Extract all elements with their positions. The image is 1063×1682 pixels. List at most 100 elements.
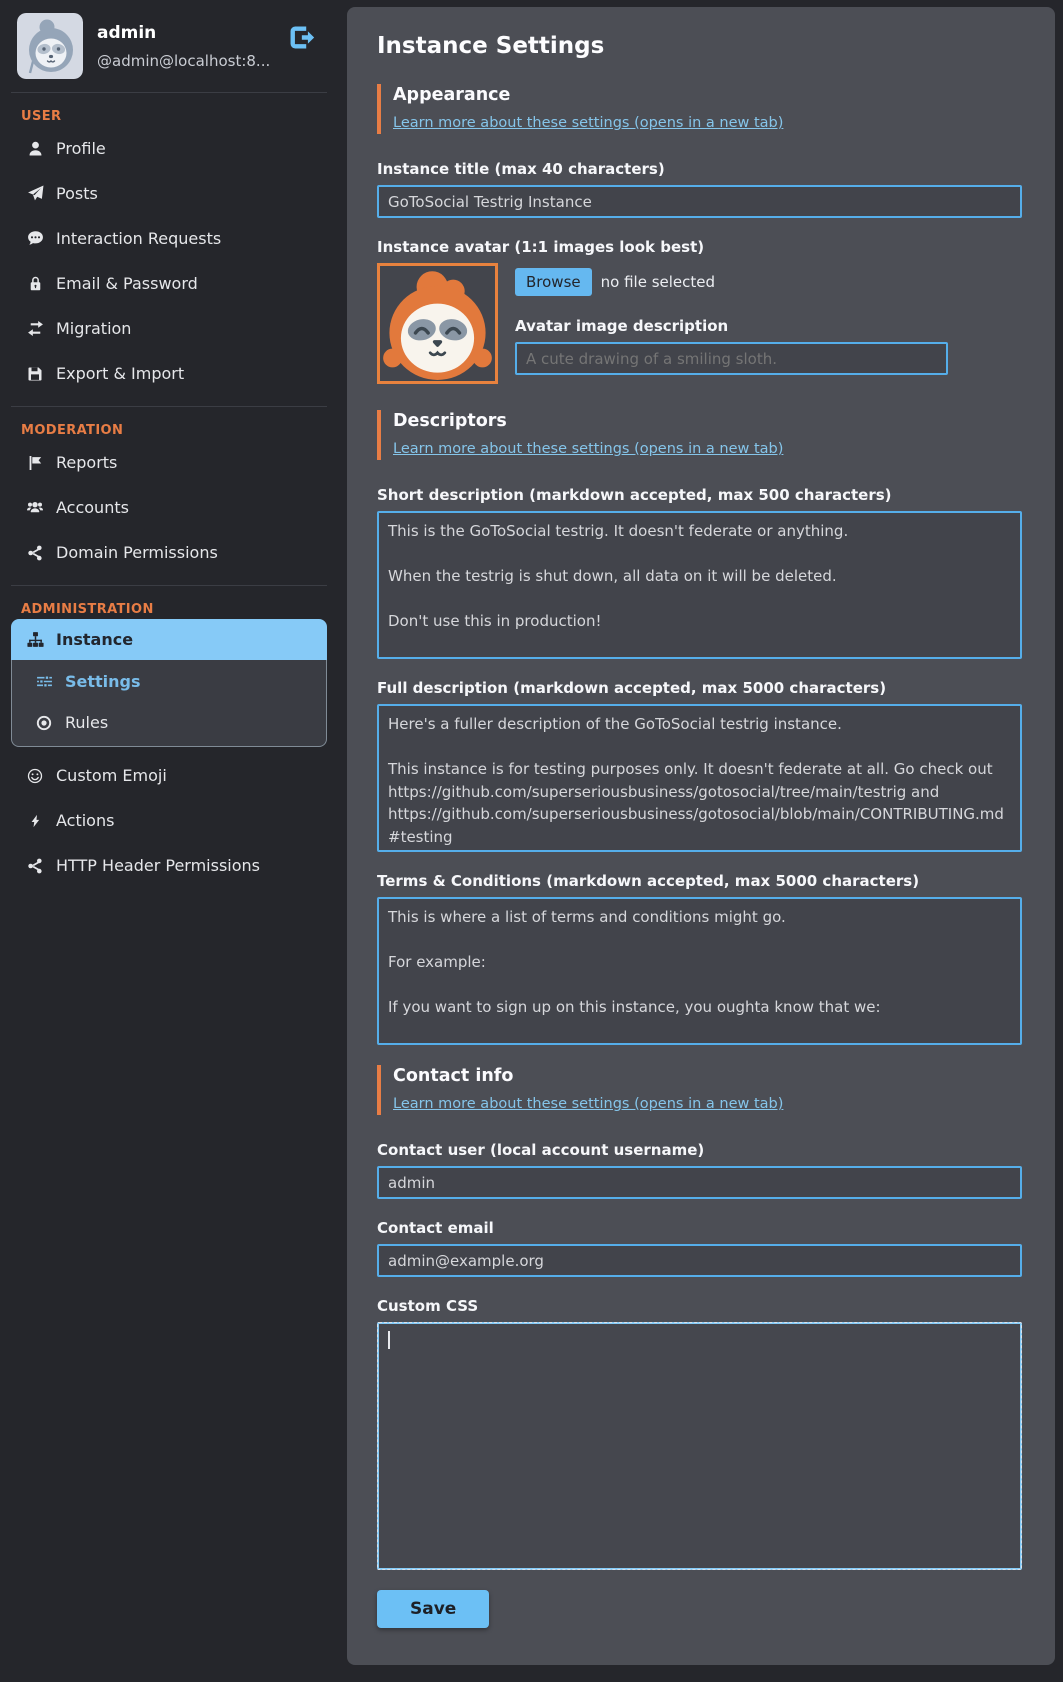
sidebar-item-instance[interactable]: Instance bbox=[11, 619, 327, 660]
full-description-label: Full description (markdown accepted, max… bbox=[377, 679, 1022, 697]
instance-avatar-label: Instance avatar (1:1 images look best) bbox=[377, 238, 1022, 256]
contact-email-input[interactable] bbox=[377, 1244, 1022, 1277]
user-card[interactable]: admin @admin@localhost:8... bbox=[0, 0, 327, 92]
sidebar-item-label: Reports bbox=[56, 453, 117, 472]
sidebar-item-label: Export & Import bbox=[56, 364, 184, 383]
sidebar-item-custom-emoji[interactable]: Custom Emoji bbox=[0, 753, 327, 798]
sidebar-item-label: Email & Password bbox=[56, 274, 198, 293]
share-nodes-icon bbox=[26, 858, 44, 874]
contact-info-heading: Contact info bbox=[393, 1066, 1022, 1086]
sidebar-item-rules[interactable]: Rules bbox=[12, 702, 326, 743]
sidebar-item-label: Posts bbox=[56, 184, 98, 203]
sidebar: admin @admin@localhost:8... USER Profile… bbox=[0, 0, 327, 888]
terms-conditions-textarea[interactable]: This is where a list of terms and condit… bbox=[377, 897, 1022, 1045]
sidebar-item-profile[interactable]: Profile bbox=[0, 126, 327, 171]
circle-dot-icon bbox=[35, 715, 53, 731]
sidebar-item-interaction-requests[interactable]: Interaction Requests bbox=[0, 216, 327, 261]
descriptors-heading: Descriptors bbox=[393, 411, 1022, 431]
terms-conditions-label: Terms & Conditions (markdown accepted, m… bbox=[377, 872, 1022, 890]
sidebar-item-migration[interactable]: Migration bbox=[0, 306, 327, 351]
share-nodes-icon bbox=[26, 545, 44, 561]
instance-menu-block: Instance Settings Rules bbox=[11, 619, 327, 747]
save-button[interactable]: Save bbox=[377, 1590, 489, 1628]
instance-title-label: Instance title (max 40 characters) bbox=[377, 160, 1022, 178]
instance-submenu: Settings Rules bbox=[11, 660, 327, 747]
sidebar-item-label: Profile bbox=[56, 139, 106, 158]
user-meta: admin @admin@localhost:8... bbox=[97, 23, 288, 70]
avatar-description-input[interactable] bbox=[515, 342, 948, 375]
appearance-section-header: Appearance Learn more about these settin… bbox=[377, 84, 1022, 134]
instance-title-input[interactable] bbox=[377, 185, 1022, 218]
contact-user-field: Contact user (local account username) bbox=[377, 1141, 1022, 1199]
users-icon bbox=[26, 500, 44, 516]
contact-learn-more-link[interactable]: Learn more about these settings (opens i… bbox=[393, 1096, 783, 1112]
sidebar-item-actions[interactable]: Actions bbox=[0, 798, 327, 843]
sidebar-item-posts[interactable]: Posts bbox=[0, 171, 327, 216]
sliders-icon bbox=[35, 673, 53, 690]
sidebar-item-label: Custom Emoji bbox=[56, 766, 167, 785]
user-handle: @admin@localhost:8... bbox=[97, 52, 288, 70]
sidebar-item-label: Settings bbox=[65, 672, 141, 691]
sidebar-section-moderation: MODERATION bbox=[21, 423, 327, 438]
contact-email-label: Contact email bbox=[377, 1219, 1022, 1237]
appearance-heading: Appearance bbox=[393, 85, 1022, 105]
full-description-field: Full description (markdown accepted, max… bbox=[377, 679, 1022, 852]
sidebar-item-label: Accounts bbox=[56, 498, 129, 517]
text-cursor bbox=[388, 1331, 390, 1349]
divider bbox=[11, 406, 327, 407]
logout-icon[interactable] bbox=[288, 24, 315, 69]
instance-avatar-field: Instance avatar (1:1 images look best) bbox=[377, 238, 1022, 384]
terms-conditions-field: Terms & Conditions (markdown accepted, m… bbox=[377, 872, 1022, 1045]
contact-info-section-header: Contact info Learn more about these sett… bbox=[377, 1065, 1022, 1115]
sidebar-item-settings[interactable]: Settings bbox=[12, 661, 326, 702]
instance-avatar-preview bbox=[377, 263, 498, 384]
main-panel: Instance Settings Appearance Learn more … bbox=[347, 7, 1055, 1665]
sidebar-item-label: Domain Permissions bbox=[56, 543, 218, 562]
flag-icon bbox=[26, 455, 44, 471]
custom-css-label: Custom CSS bbox=[377, 1297, 1022, 1315]
paper-plane-icon bbox=[26, 185, 44, 202]
sidebar-item-label: Actions bbox=[56, 811, 114, 830]
file-status-text: no file selected bbox=[601, 273, 715, 291]
contact-user-label: Contact user (local account username) bbox=[377, 1141, 1022, 1159]
smiley-icon bbox=[26, 768, 44, 784]
sidebar-item-label: Instance bbox=[56, 630, 133, 649]
divider bbox=[11, 585, 327, 586]
page-title: Instance Settings bbox=[377, 33, 1022, 59]
sidebar-item-http-header-permissions[interactable]: HTTP Header Permissions bbox=[0, 843, 327, 888]
full-description-textarea[interactable]: Here's a fuller description of the GoToS… bbox=[377, 704, 1022, 852]
user-name: admin bbox=[97, 23, 288, 43]
sidebar-item-export-import[interactable]: Export & Import bbox=[0, 351, 327, 396]
descriptors-section-header: Descriptors Learn more about these setti… bbox=[377, 410, 1022, 460]
sidebar-item-label: Interaction Requests bbox=[56, 229, 221, 248]
custom-css-textarea[interactable] bbox=[377, 1322, 1022, 1570]
instance-title-field: Instance title (max 40 characters) bbox=[377, 160, 1022, 218]
lock-icon bbox=[26, 275, 44, 292]
sidebar-item-email-password[interactable]: Email & Password bbox=[0, 261, 327, 306]
sidebar-item-reports[interactable]: Reports bbox=[0, 440, 327, 485]
divider bbox=[11, 92, 327, 93]
appearance-learn-more-link[interactable]: Learn more about these settings (opens i… bbox=[393, 115, 783, 131]
sidebar-item-domain-permissions[interactable]: Domain Permissions bbox=[0, 530, 327, 575]
user-avatar bbox=[17, 13, 83, 79]
sidebar-item-label: Rules bbox=[65, 713, 108, 732]
contact-user-input[interactable] bbox=[377, 1166, 1022, 1199]
arrows-left-right-icon bbox=[26, 320, 44, 337]
comment-dots-icon bbox=[26, 230, 44, 247]
sidebar-section-user: USER bbox=[21, 109, 327, 124]
sidebar-item-label: Migration bbox=[56, 319, 131, 338]
bolt-icon bbox=[26, 813, 44, 829]
sidebar-item-accounts[interactable]: Accounts bbox=[0, 485, 327, 530]
short-description-textarea[interactable]: This is the GoToSocial testrig. It doesn… bbox=[377, 511, 1022, 659]
short-description-label: Short description (markdown accepted, ma… bbox=[377, 486, 1022, 504]
descriptors-learn-more-link[interactable]: Learn more about these settings (opens i… bbox=[393, 441, 783, 457]
sitemap-icon bbox=[26, 631, 44, 648]
gotosocial-settings-page: admin @admin@localhost:8... USER Profile… bbox=[0, 0, 1063, 1682]
sidebar-item-label: HTTP Header Permissions bbox=[56, 856, 260, 875]
sidebar-section-administration: ADMINISTRATION bbox=[21, 602, 327, 617]
floppy-disk-icon bbox=[26, 366, 44, 382]
user-icon bbox=[26, 140, 44, 157]
browse-button[interactable]: Browse bbox=[515, 268, 592, 296]
avatar-description-label: Avatar image description bbox=[515, 317, 1022, 335]
contact-email-field: Contact email bbox=[377, 1219, 1022, 1277]
